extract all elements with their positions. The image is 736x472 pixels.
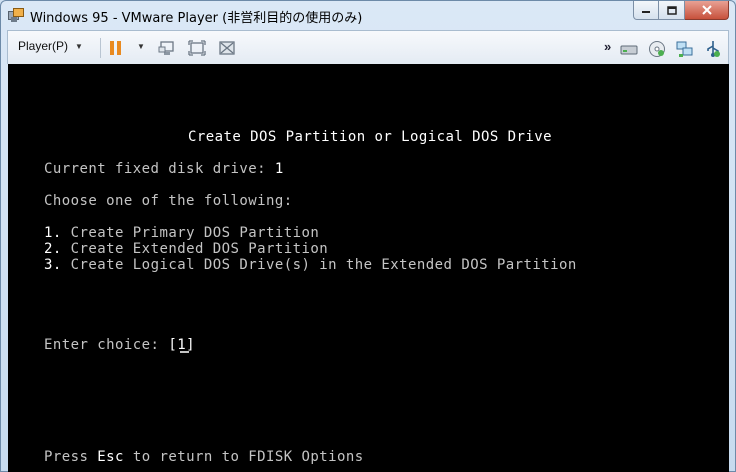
current-drive-line: Current fixed disk drive: 1 [44,161,284,177]
vmware-icon [8,8,24,22]
footer-prefix: Press [44,449,89,465]
menu-option: 3. Create Logical DOS Drive(s) in the Ex… [44,257,577,273]
fullscreen-icon[interactable] [188,39,206,57]
unity-icon[interactable] [218,39,236,57]
console-heading: Create DOS Partition or Logical DOS Driv… [188,129,553,145]
footer-line: Press Esc to return to FDISK Options [44,449,364,465]
pause-icon [110,41,114,55]
option-number: 2. [44,241,62,257]
option-number: 3. [44,257,62,273]
minimize-button[interactable] [633,1,659,20]
enter-choice-line: Enter choice: [1] [44,337,195,353]
option-label: Create Logical DOS Drive(s) in the Exten… [70,257,577,273]
option-number: 1. [44,225,62,241]
power-menu-chevron-icon[interactable]: ▼ [137,42,145,51]
maximize-icon [666,5,677,15]
hard-disk-icon[interactable] [620,40,638,58]
footer-key: Esc [97,449,124,465]
close-button[interactable] [685,1,729,20]
menu-option: 2. Create Extended DOS Partition [44,241,328,257]
player-menu-button[interactable]: Player(P) ▼ [18,39,83,53]
pause-button[interactable] [110,41,121,55]
enter-choice-label: Enter choice: [44,337,160,353]
network-adapter-icon[interactable] [676,40,694,58]
cd-drive-icon[interactable] [648,40,666,58]
vmware-player-window: Windows 95 - VMware Player (非営利目的の使用のみ) … [0,0,736,472]
ctrl-alt-del-icon[interactable] [158,39,176,57]
text-cursor [180,351,189,353]
vm-console-screen[interactable]: Create DOS Partition or Logical DOS Driv… [8,64,729,472]
toolbar-divider [100,38,101,58]
current-drive-label: Current fixed disk drive: [44,161,266,177]
window-title: Windows 95 - VMware Player (非営利目的の使用のみ) [30,11,363,26]
toolbar: Player(P) ▼ ▼ » [7,30,729,64]
title-bar[interactable]: Windows 95 - VMware Player (非営利目的の使用のみ) [1,1,735,30]
choose-prompt: Choose one of the following: [44,193,293,209]
caption-buttons [633,1,729,20]
footer-suffix: to return to FDISK Options [132,449,364,465]
close-icon [701,5,712,15]
double-chevron-icon[interactable]: » [604,39,611,54]
option-label: Create Primary DOS Partition [70,225,320,241]
choice-open-bracket: [ [168,337,178,353]
chevron-down-icon: ▼ [75,41,83,51]
player-menu-label: Player(P) [18,39,69,53]
option-label: Create Extended DOS Partition [70,241,329,257]
usb-icon[interactable] [704,40,722,58]
maximize-button[interactable] [659,1,685,20]
pause-icon-bar [117,41,121,55]
menu-option: 1. Create Primary DOS Partition [44,225,319,241]
current-drive-value: 1 [274,161,284,177]
minimize-icon [642,11,650,13]
